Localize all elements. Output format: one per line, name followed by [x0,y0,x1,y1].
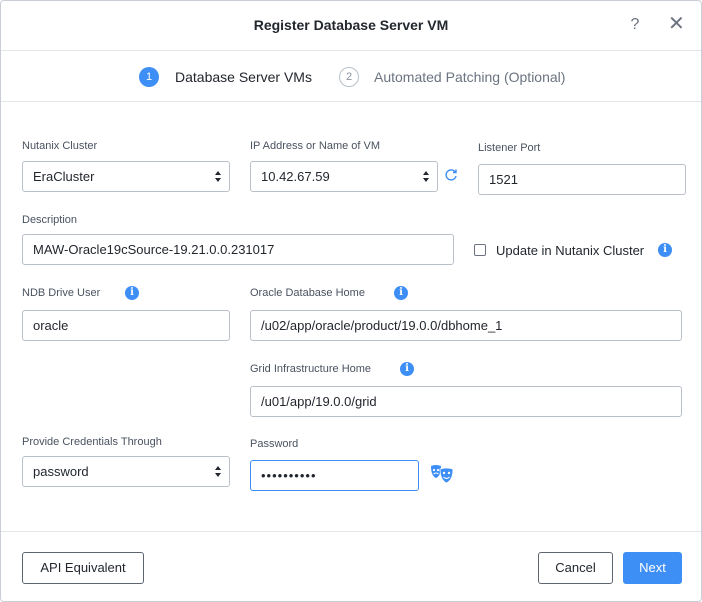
password-label: Password [250,438,299,450]
step-2-label[interactable]: Automated Patching (Optional) [374,69,565,85]
footer-divider [1,531,701,532]
credentials-label: Provide Credentials Through [22,436,162,448]
info-icon[interactable]: i [394,286,408,300]
update-cluster-label[interactable]: Update in Nutanix Cluster [496,243,644,258]
ip-select[interactable]: 10.42.67.59 [250,161,438,192]
credentials-value: password [33,464,89,479]
dialog-header: Register Database Server VM ? ✕ [1,1,701,51]
help-icon[interactable]: ? [627,16,643,34]
drive-user-input[interactable]: oracle [22,310,230,341]
credentials-select[interactable]: password [22,456,230,487]
select-arrows-icon [423,171,429,183]
register-db-server-dialog: Register Database Server VM ? ✕ 1 Databa… [0,0,702,602]
cancel-button[interactable]: Cancel [538,552,613,584]
refresh-icon[interactable] [444,168,458,182]
ip-label: IP Address or Name of VM [250,140,381,152]
db-home-label: Oracle Database Home [250,287,365,299]
next-button[interactable]: Next [623,552,682,584]
description-input[interactable]: MAW-Oracle19cSource-19.21.0.0.231017 [22,234,454,265]
select-arrows-icon [215,466,221,478]
step-2-number[interactable]: 2 [339,67,359,87]
listener-port-input[interactable]: 1521 [478,164,686,195]
cluster-value: EraCluster [33,169,95,184]
select-arrows-icon [215,171,221,183]
drive-user-label: NDB Drive User [22,287,101,299]
password-input[interactable]: •••••••••• [250,460,419,491]
wizard-steps: 1 Database Server VMs 2 Automated Patchi… [1,52,701,102]
show-password-icon[interactable] [429,463,455,485]
info-icon[interactable]: i [658,243,672,257]
cluster-select[interactable]: EraCluster [22,161,230,192]
step-1-number[interactable]: 1 [139,67,159,87]
api-equivalent-button[interactable]: API Equivalent [22,552,144,584]
update-cluster-checkbox[interactable] [474,244,486,256]
close-icon[interactable]: ✕ [668,14,685,34]
description-label: Description [22,214,78,226]
info-icon[interactable]: i [125,286,139,300]
listener-label: Listener Port [478,142,541,154]
step-1-label[interactable]: Database Server VMs [175,69,312,85]
info-icon[interactable]: i [400,362,414,376]
grid-home-input[interactable]: /u01/app/19.0.0/grid [250,386,682,417]
dialog-title: Register Database Server VM [253,17,449,33]
grid-home-label: Grid Infrastructure Home [250,363,372,375]
ip-value: 10.42.67.59 [261,169,330,184]
cluster-label: Nutanix Cluster [22,140,98,152]
db-home-input[interactable]: /u02/app/oracle/product/19.0.0/dbhome_1 [250,310,682,341]
